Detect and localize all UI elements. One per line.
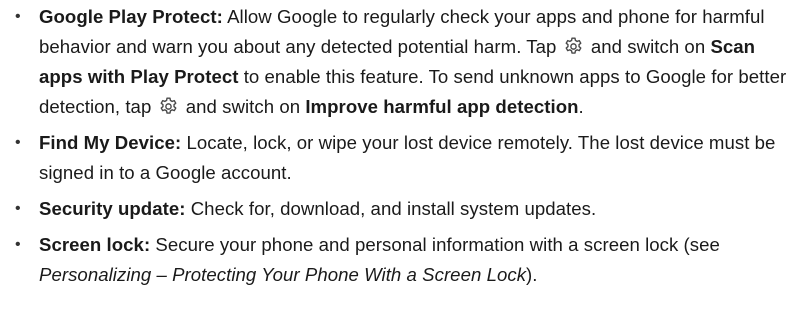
item-term: Find My Device:: [39, 132, 182, 153]
list-item-find-my-device: • Find My Device: Locate, lock, or wipe …: [0, 128, 805, 188]
cross-reference: Personalizing – Protecting Your Phone Wi…: [39, 264, 527, 285]
item-term: Security update:: [39, 198, 186, 219]
feature-list: • Google Play Protect: Allow Google to r…: [0, 2, 805, 290]
bullet: •: [15, 200, 21, 217]
item-term: Screen lock:: [39, 234, 151, 255]
bullet: •: [15, 134, 21, 151]
item-text: Secure your phone and personal informati…: [150, 234, 720, 255]
item-text: ).: [526, 264, 538, 285]
gear-icon: [563, 36, 584, 57]
item-text: .: [578, 96, 584, 117]
list-item-screen-lock: • Screen lock: Secure your phone and per…: [0, 230, 805, 290]
item-text: Check for, download, and install system …: [185, 198, 597, 219]
list-item-security-update: • Security update: Check for, download, …: [0, 194, 805, 224]
item-text: and switch on: [585, 36, 711, 57]
setting-name-improve-detection: Improve harmful app detection: [305, 96, 579, 117]
bullet: •: [15, 8, 21, 25]
gear-icon: [158, 96, 179, 117]
list-item-google-play-protect: • Google Play Protect: Allow Google to r…: [0, 2, 805, 122]
item-text: and switch on: [180, 96, 306, 117]
bullet: •: [15, 236, 21, 253]
item-term: Google Play Protect:: [39, 6, 223, 27]
